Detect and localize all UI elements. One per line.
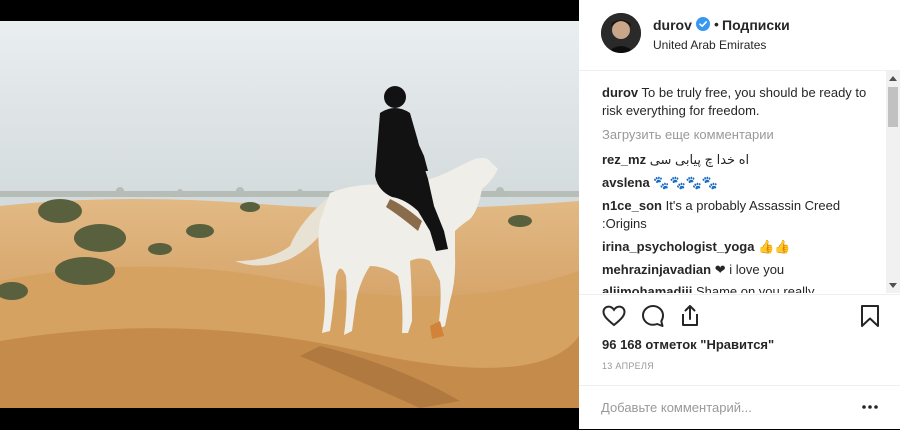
comment-item: alijmohamadiji Shame on you really (602, 283, 877, 293)
desert-horse-photo (0, 21, 579, 408)
post-side-panel: durov • Подписки United Arab Emirates du… (579, 0, 900, 429)
comment-text: Shame on you really (695, 284, 815, 293)
avatar[interactable] (601, 13, 641, 53)
heart-icon[interactable] (601, 303, 627, 329)
comment-username[interactable]: avslena (602, 175, 650, 190)
comments-scrollbar[interactable] (886, 71, 900, 293)
comment-text: 🐾🐾🐾🐾 (653, 175, 719, 190)
caption: durov To be truly free, you should be re… (602, 84, 877, 120)
avatar-image (601, 13, 641, 53)
comment-item: n1ce_son It's a probably Assassin Creed … (602, 197, 877, 233)
post-location[interactable]: United Arab Emirates (653, 38, 766, 52)
verified-badge-icon (696, 17, 710, 31)
add-comment-bar (579, 385, 900, 430)
comment-item: irina_psychologist_yoga 👍👍 (602, 238, 877, 256)
comment-username[interactable]: alijmohamadiji (602, 284, 692, 293)
comment-item: mehrazinjavadian ❤ i love you (602, 261, 877, 279)
comment-text: ❤ i love you (714, 262, 785, 277)
caption-text: To be truly free, you should be ready to… (602, 85, 867, 118)
comment-text: اه خدا چ پیابی سی (649, 152, 750, 167)
author-username[interactable]: durov (653, 17, 692, 33)
comment-username[interactable]: rez_mz (602, 152, 646, 167)
action-bar (579, 294, 900, 339)
comment-bubble-icon[interactable] (640, 303, 666, 329)
comment-username[interactable]: irina_psychologist_yoga (602, 239, 754, 254)
bookmark-icon[interactable] (857, 303, 883, 329)
share-icon[interactable] (677, 303, 703, 329)
comment-text: 👍👍 (758, 239, 791, 254)
scroll-up-arrow-icon[interactable] (889, 76, 897, 81)
comment-username[interactable]: mehrazinjavadian (602, 262, 711, 277)
comment-item: avslena 🐾🐾🐾🐾 (602, 174, 877, 192)
likes-count[interactable]: 96 168 отметок "Нравится" (602, 337, 774, 352)
instagram-post: durov • Подписки United Arab Emirates du… (0, 0, 900, 429)
separator-dot: • (714, 16, 719, 32)
post-photo[interactable] (0, 21, 579, 408)
comments-list[interactable]: durov To be truly free, you should be re… (579, 71, 900, 293)
load-more-comments-button[interactable]: Загрузить еще комментарии (602, 127, 774, 142)
post-header: durov • Подписки United Arab Emirates (579, 0, 900, 71)
more-options-icon[interactable] (860, 399, 880, 415)
post-date[interactable]: 13 АПРЕЛЯ (602, 361, 654, 371)
caption-username[interactable]: durov (602, 85, 638, 100)
comment-input[interactable] (601, 396, 851, 418)
follow-button[interactable]: Подписки (722, 17, 790, 33)
comment-username[interactable]: n1ce_son (602, 198, 662, 213)
comment-item: rez_mz اه خدا چ پیابی سی (602, 151, 877, 169)
scroll-down-arrow-icon[interactable] (889, 283, 897, 288)
scroll-thumb[interactable] (888, 87, 898, 127)
